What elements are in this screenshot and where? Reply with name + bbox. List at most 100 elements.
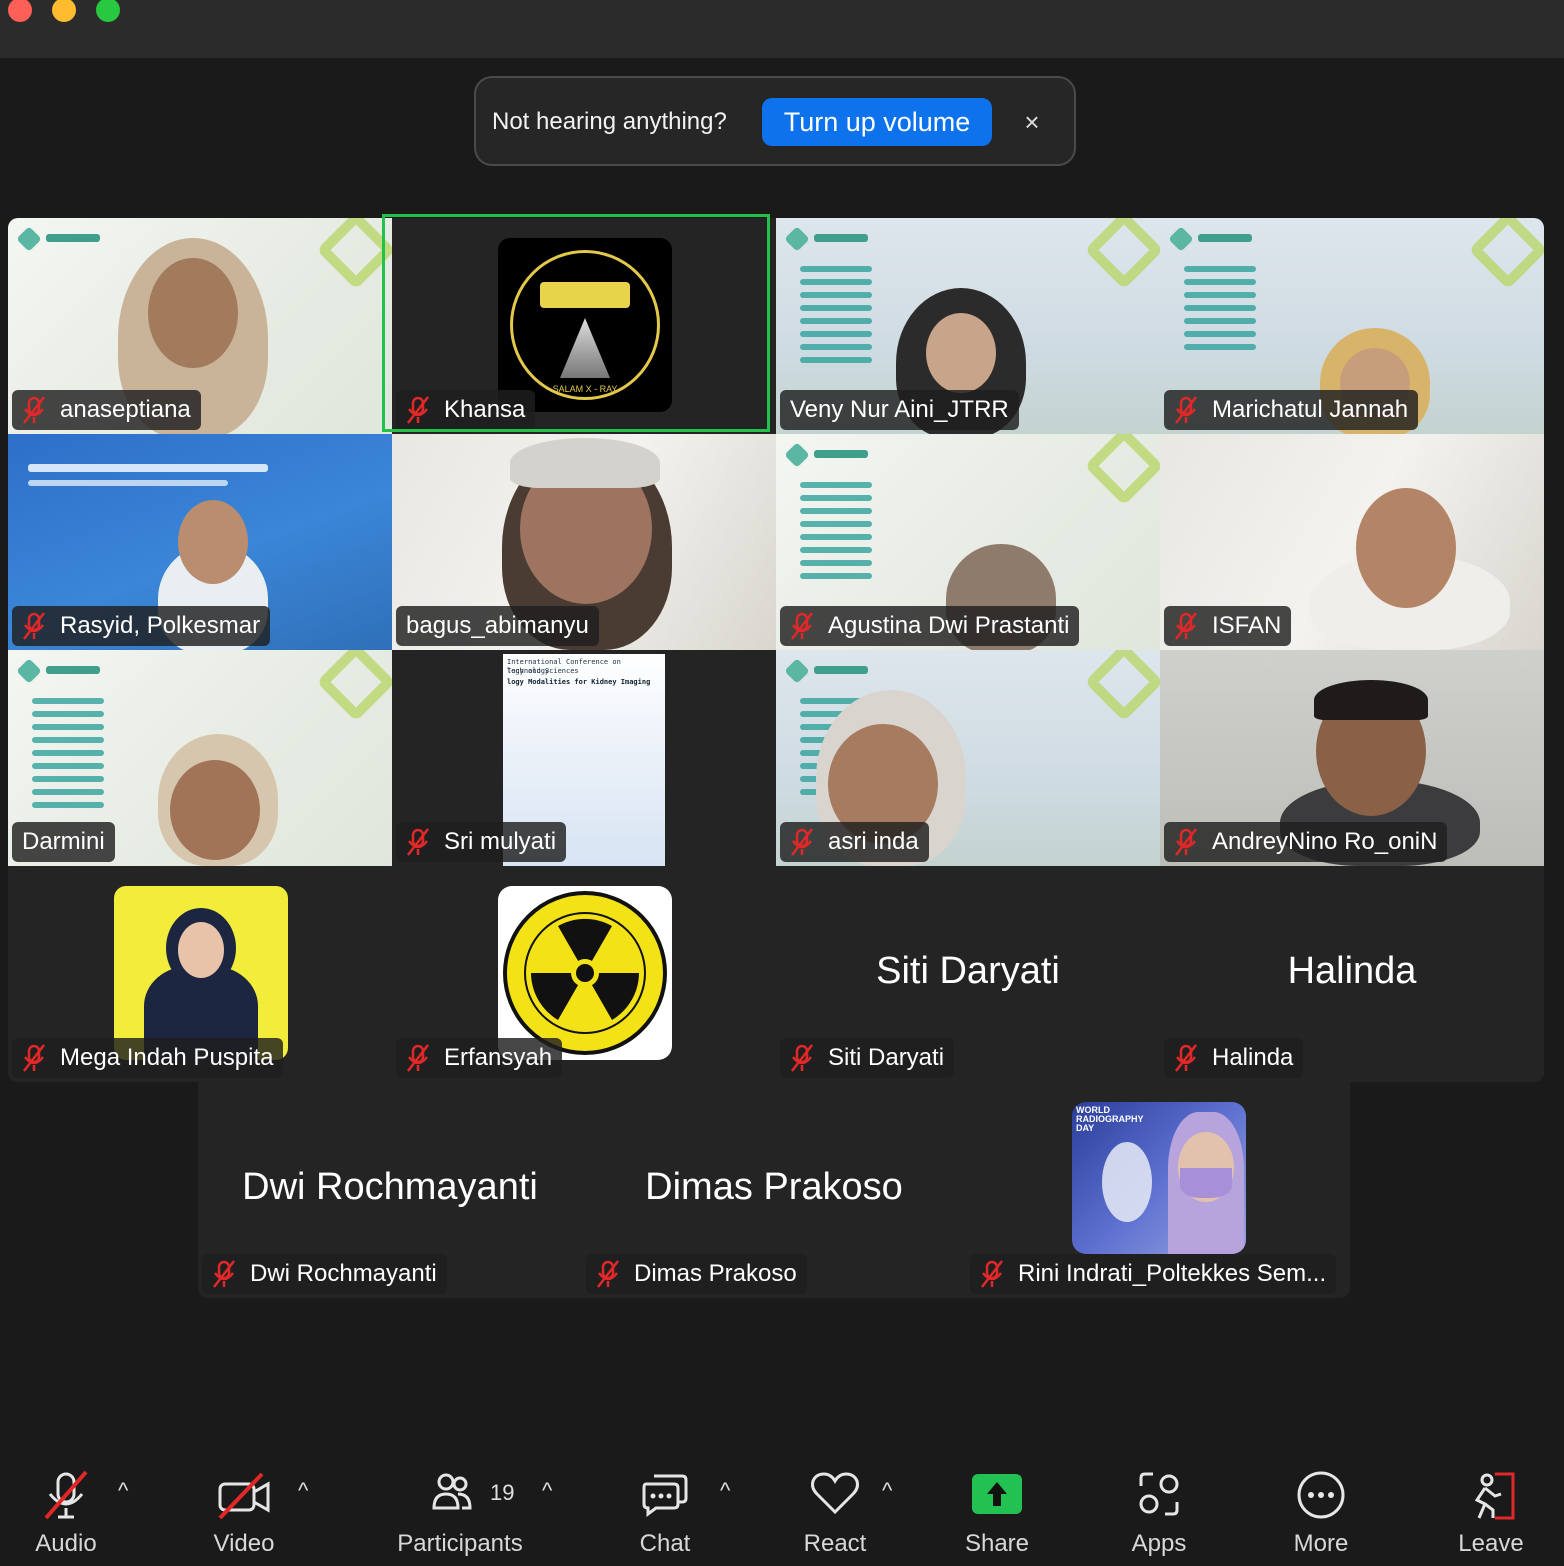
participant-face — [178, 500, 248, 584]
share-screen-icon — [972, 1474, 1022, 1519]
mic-muted-icon — [1172, 611, 1200, 641]
participant-name: AndreyNino Ro_oniN — [1212, 828, 1438, 855]
profile-photo — [114, 886, 288, 1060]
video-button[interactable]: Video — [188, 1448, 300, 1566]
participant-name: Dwi Rochmayanti — [250, 1260, 437, 1287]
audio-options-caret[interactable]: ^ — [118, 1478, 128, 1504]
participant-name: Siti Daryati — [828, 1044, 945, 1071]
mic-muted-icon — [20, 611, 48, 641]
mic-muted-icon — [1172, 827, 1200, 857]
slide-menu — [800, 482, 872, 586]
leave-icon — [1465, 1470, 1517, 1527]
participant-name: Rini Indrati_Poltekkes Sem... — [1018, 1260, 1327, 1287]
mic-muted-icon — [404, 827, 432, 857]
participants-label: Participants — [397, 1530, 523, 1557]
audio-label: Audio — [35, 1530, 97, 1557]
leave-button[interactable]: Leave — [1446, 1448, 1536, 1566]
video-tile[interactable]: Rasyid, Polkesmar — [8, 434, 392, 650]
participant-hair — [510, 438, 660, 488]
close-window-button[interactable] — [8, 0, 32, 22]
participants-options-caret[interactable]: ^ — [542, 1478, 552, 1504]
video-tile[interactable]: Agustina Dwi Prastanti — [776, 434, 1160, 650]
chat-icon — [640, 1470, 690, 1523]
slide-decoration — [316, 218, 392, 290]
video-tile[interactable]: Erfansyah — [392, 866, 776, 1082]
participant-name-tag: anaseptiana — [12, 390, 201, 430]
video-tile[interactable]: Dimas Prakoso Dimas Prakoso — [582, 1082, 966, 1298]
participant-name: Dimas Prakoso — [634, 1260, 797, 1287]
participant-face — [148, 258, 238, 368]
video-tile[interactable]: Marichatul Jannah — [1160, 218, 1544, 434]
react-options-caret[interactable]: ^ — [882, 1478, 892, 1504]
participant-name-tag: Khansa — [396, 390, 536, 430]
video-options-caret[interactable]: ^ — [298, 1478, 308, 1504]
more-label: More — [1293, 1530, 1349, 1557]
slide-title-bar — [28, 480, 228, 486]
chat-button[interactable]: Chat — [620, 1448, 710, 1566]
video-tile[interactable]: Halinda Halinda — [1160, 866, 1544, 1082]
participant-name-tag: Rini Indrati_Poltekkes Sem... — [970, 1254, 1337, 1294]
audio-button[interactable]: Audio — [10, 1448, 122, 1566]
react-button[interactable]: React — [790, 1448, 880, 1566]
video-tile[interactable]: International Conference on Technology l… — [392, 650, 776, 866]
video-tile[interactable]: Mega Indah Puspita — [8, 866, 392, 1082]
participant-face — [1356, 488, 1456, 608]
video-tile[interactable]: SALAM X - RAY Khansa — [392, 218, 776, 434]
participant-name-tag: Dimas Prakoso — [586, 1254, 807, 1294]
apps-button[interactable]: Apps — [1114, 1448, 1204, 1566]
minimize-window-button[interactable] — [52, 0, 76, 22]
participants-count: 19 — [490, 1480, 515, 1505]
audio-notification-banner: Not hearing anything? Turn up volume × — [474, 76, 1076, 166]
meeting-toolbar: Audio ^ Video ^ 19 Participants ^ Chat ^… — [0, 1448, 1564, 1566]
participant-name: Khansa — [444, 396, 526, 423]
mic-muted-icon — [1172, 395, 1200, 425]
leave-label: Leave — [1458, 1530, 1524, 1557]
kemenkes-logo — [788, 660, 868, 682]
turn-up-volume-button[interactable]: Turn up volume — [762, 98, 992, 146]
video-off-name: Halinda — [1287, 950, 1417, 992]
participant-name: Sri mulyati — [444, 828, 557, 855]
participant-name: Erfansyah — [444, 1044, 553, 1071]
video-tile[interactable]: Veny Nur Aini_JTRR — [776, 218, 1160, 434]
slide-decoration — [1084, 650, 1160, 722]
video-tile[interactable]: Siti Daryati Siti Daryati — [776, 866, 1160, 1082]
video-gallery-grid: anaseptiana SALAM X - RAY Khansa Veny Nu… — [8, 218, 1544, 1082]
participants-button[interactable]: 19 Participants — [390, 1448, 530, 1566]
video-tile[interactable]: WORLD RADIOGRAPHY DAY Rini Indrati_Polte… — [966, 1082, 1350, 1298]
video-gallery-grid-row: Dwi Rochmayanti Dwi Rochmayanti Dimas Pr… — [198, 1082, 1350, 1298]
participant-name: Rasyid, Polkesmar — [60, 612, 261, 639]
video-tile[interactable]: AndreyNino Ro_oniN — [1160, 650, 1544, 866]
radiation-logo — [498, 886, 672, 1060]
video-tile[interactable]: asri inda — [776, 650, 1160, 866]
participant-name: Agustina Dwi Prastanti — [828, 612, 1070, 639]
share-label: Share — [964, 1530, 1030, 1557]
slide-title-bar — [28, 464, 268, 472]
participant-name-tag: Mega Indah Puspita — [12, 1038, 284, 1078]
video-tile[interactable]: Darmini — [8, 650, 392, 866]
participant-name: Halinda — [1212, 1044, 1294, 1071]
video-tile[interactable]: bagus_abimanyu — [392, 434, 776, 650]
chat-options-caret[interactable]: ^ — [720, 1478, 730, 1504]
slide-title-line2: logy and Sciences — [507, 667, 579, 675]
slide-decoration — [1084, 218, 1160, 290]
share-button[interactable]: Share — [952, 1448, 1042, 1566]
participant-name-tag: Halinda — [1164, 1038, 1304, 1078]
participant-face — [926, 313, 996, 393]
video-tile[interactable]: anaseptiana — [8, 218, 392, 434]
more-icon — [1296, 1470, 1346, 1525]
participant-name: ISFAN — [1212, 612, 1282, 639]
video-label: Video — [213, 1530, 275, 1557]
mic-muted-icon — [40, 1470, 92, 1527]
maximize-window-button[interactable] — [96, 0, 120, 22]
mic-muted-icon — [1172, 1043, 1200, 1073]
participant-name-tag: Marichatul Jannah — [1164, 390, 1419, 430]
heart-icon — [809, 1470, 861, 1521]
banner-close-button[interactable]: × — [1016, 106, 1048, 138]
video-off-name: Siti Daryati — [876, 950, 1060, 992]
mic-muted-icon — [788, 611, 816, 641]
chat-label: Chat — [639, 1530, 691, 1557]
video-tile[interactable]: ISFAN — [1160, 434, 1544, 650]
video-tile[interactable]: Dwi Rochmayanti Dwi Rochmayanti — [198, 1082, 582, 1298]
slide-menu — [32, 698, 104, 815]
more-button[interactable]: More — [1276, 1448, 1366, 1566]
